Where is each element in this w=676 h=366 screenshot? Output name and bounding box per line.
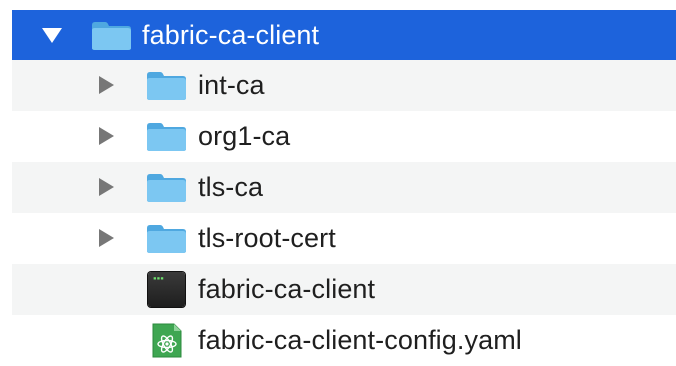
tree-row-label: org1-ca: [198, 121, 291, 151]
disclosure-triangle-collapsed-icon[interactable]: [99, 76, 114, 94]
tree-row-fabric-ca-client-folder[interactable]: fabric-ca-client: [12, 10, 676, 60]
folder-icon: [92, 22, 131, 50]
tree-row-tls-root-cert[interactable]: tls-root-cert: [12, 213, 676, 264]
tree-row-int-ca[interactable]: int-ca: [12, 60, 676, 111]
disclosure-triangle-collapsed-icon[interactable]: [99, 178, 114, 196]
tree-row-tls-ca[interactable]: tls-ca: [12, 162, 676, 213]
tree-row-org1-ca[interactable]: org1-ca: [12, 111, 676, 162]
folder-icon: [147, 123, 186, 151]
folder-icon: [147, 225, 186, 253]
tree-row-fabric-ca-client-config-yaml[interactable]: fabric-ca-client-config.yaml: [12, 315, 676, 366]
tree-row-label: fabric-ca-client: [198, 274, 376, 304]
tree-row-label: int-ca: [198, 70, 265, 100]
tree-row-label: tls-root-cert: [198, 223, 336, 253]
tree-row-label: tls-ca: [198, 172, 264, 202]
tree-row-fabric-ca-client-executable[interactable]: ▪▪▪ fabric-ca-client: [12, 264, 676, 315]
disclosure-triangle-collapsed-icon[interactable]: [99, 229, 114, 247]
terminal-executable-icon: ▪▪▪: [148, 272, 185, 307]
file-tree: fabric-ca-client int-ca org1-ca tls-ca t…: [12, 10, 676, 366]
disclosure-triangle-collapsed-icon[interactable]: [99, 127, 114, 145]
folder-icon: [147, 174, 186, 202]
folder-icon: [147, 72, 186, 100]
disclosure-triangle-expanded-icon[interactable]: [42, 28, 62, 43]
tree-row-label: fabric-ca-client: [142, 19, 320, 50]
atom-yaml-file-icon: [148, 323, 185, 358]
tree-row-label: fabric-ca-client-config.yaml: [198, 325, 522, 355]
